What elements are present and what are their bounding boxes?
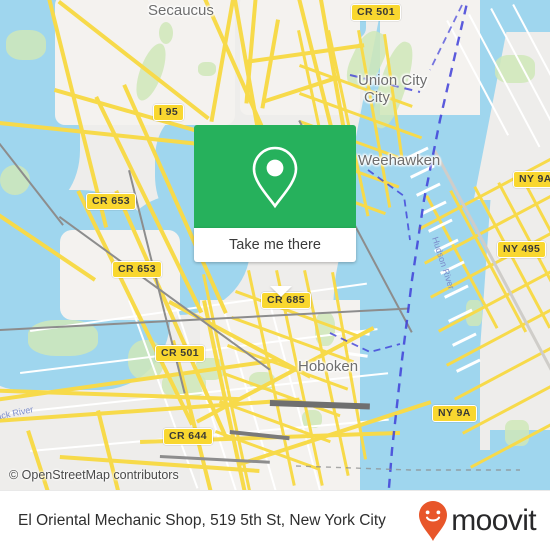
map-pin-icon xyxy=(252,146,298,208)
map-attribution: © OpenStreetMap contributors xyxy=(9,468,179,482)
popup-header xyxy=(194,125,356,228)
road-shield-badge: NY 495 xyxy=(497,241,547,258)
location-popup-card[interactable]: Take me there xyxy=(194,125,356,297)
take-me-there-label: Take me there xyxy=(229,237,321,253)
road-shield-badge: NY 9A xyxy=(513,171,550,188)
road-shield-badge: CR 501 xyxy=(155,345,206,362)
moovit-logo[interactable]: moovit xyxy=(418,500,537,542)
footer-bar: El Oriental Mechanic Shop, 519 5th St, N… xyxy=(0,490,550,550)
take-me-there-button[interactable]: Take me there xyxy=(194,228,356,262)
popup-pointer xyxy=(270,286,292,297)
road-shield-badge: I 95 xyxy=(153,104,185,121)
map-screenshot: ack River Hudson River Secaucus Union City… xyxy=(0,0,550,550)
moovit-wordmark: moovit xyxy=(451,503,536,537)
map-canvas[interactable]: ack River Hudson River Secaucus Union City… xyxy=(0,0,550,490)
road-shield-badge: CR 501 xyxy=(351,4,402,21)
road-shield-badge: CR 644 xyxy=(163,428,214,445)
road-shield-badge: NY 9A xyxy=(432,405,477,422)
moovit-smiley-pin-icon xyxy=(419,500,448,541)
road-shield-badge: CR 653 xyxy=(86,193,137,210)
location-title: El Oriental Mechanic Shop, 519 5th St, N… xyxy=(18,511,386,529)
road-shield-badge: CR 653 xyxy=(112,261,163,278)
